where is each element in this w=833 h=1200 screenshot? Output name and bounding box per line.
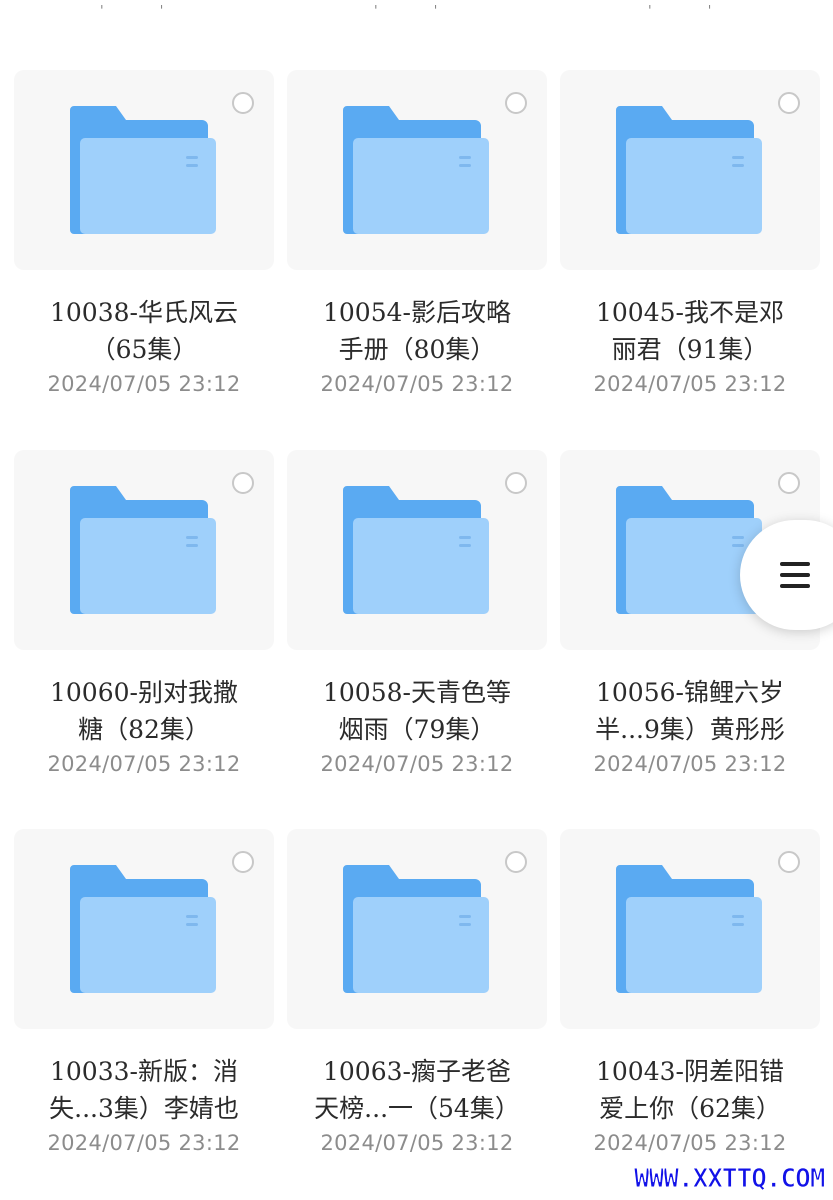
folder-item[interactable]: 10060-别对我撒 糖（82集） 2024/07/05 23:12 <box>14 450 274 810</box>
folder-icon <box>616 865 762 993</box>
folder-icon <box>343 106 489 234</box>
select-checkbox[interactable] <box>232 472 254 494</box>
folder-icon <box>616 106 762 234</box>
folder-name: 10063-瘸子老爸 天榜...一（54集） <box>314 1057 520 1123</box>
folder-item[interactable]: 10056-锦鲤六岁 半...9集）黄彤彤 2024/07/05 23:12 <box>560 450 820 810</box>
hamburger-icon <box>780 560 810 590</box>
folder-item[interactable]: 10038-华氏风云 （65集） 2024/07/05 23:12 <box>14 70 274 430</box>
folder-date: 2024/07/05 23:12 <box>320 372 514 396</box>
select-checkbox[interactable] <box>505 92 527 114</box>
folder-icon <box>70 865 216 993</box>
select-checkbox[interactable] <box>505 851 527 873</box>
select-checkbox[interactable] <box>232 92 254 114</box>
folder-name: 10056-锦鲤六岁 半...9集）黄彤彤 <box>595 678 785 744</box>
folder-grid: 10038-华氏风云 （65集） 2024/07/05 23:12 10054-… <box>0 0 833 1200</box>
folder-date: 2024/07/05 23:12 <box>593 752 787 776</box>
folder-card[interactable] <box>287 450 547 650</box>
folder-date: 2024/07/05 23:12 <box>47 1131 241 1155</box>
folder-name: 10043-阴差阳错 爱上你（62集） <box>596 1057 784 1123</box>
folder-name: 10045-我不是邓 丽君（91集） <box>596 298 784 364</box>
folder-date: 2024/07/05 23:12 <box>320 1131 514 1155</box>
select-checkbox[interactable] <box>232 851 254 873</box>
folder-item[interactable]: 10033-新版：消 失...3集）李婧也 2024/07/05 23:12 <box>14 829 274 1189</box>
folder-card[interactable] <box>14 450 274 650</box>
select-checkbox[interactable] <box>778 472 800 494</box>
folder-item[interactable]: 10063-瘸子老爸 天榜...一（54集） 2024/07/05 23:12 <box>287 829 547 1189</box>
folder-item[interactable]: 10043-阴差阳错 爱上你（62集） 2024/07/05 23:12 <box>560 829 820 1189</box>
folder-date: 2024/07/05 23:12 <box>47 372 241 396</box>
folder-icon <box>343 486 489 614</box>
folder-name: 10058-天青色等 烟雨（79集） <box>323 678 511 744</box>
folder-date: 2024/07/05 23:12 <box>320 752 514 776</box>
folder-card[interactable] <box>560 70 820 270</box>
folder-card[interactable] <box>14 70 274 270</box>
folder-name: 10060-别对我撒 糖（82集） <box>50 678 238 744</box>
folder-name: 10038-华氏风云 （65集） <box>50 298 238 364</box>
watermark-text: WWW.XXTTQ.COM <box>634 1164 827 1195</box>
folder-date: 2024/07/05 23:12 <box>593 1131 787 1155</box>
folder-name: 10054-影后攻略 手册（80集） <box>323 298 511 364</box>
folder-item[interactable]: 10045-我不是邓 丽君（91集） 2024/07/05 23:12 <box>560 70 820 430</box>
folder-icon <box>343 865 489 993</box>
folder-date: 2024/07/05 23:12 <box>593 372 787 396</box>
folder-icon <box>70 106 216 234</box>
folder-item[interactable]: 10054-影后攻略 手册（80集） 2024/07/05 23:12 <box>287 70 547 430</box>
folder-date: 2024/07/05 23:12 <box>47 752 241 776</box>
select-checkbox[interactable] <box>778 92 800 114</box>
folder-card[interactable] <box>287 70 547 270</box>
folder-item[interactable]: 10058-天青色等 烟雨（79集） 2024/07/05 23:12 <box>287 450 547 810</box>
folder-icon <box>70 486 216 614</box>
select-checkbox[interactable] <box>505 472 527 494</box>
folder-name: 10033-新版：消 失...3集）李婧也 <box>49 1057 239 1123</box>
folder-card[interactable] <box>287 829 547 1029</box>
folder-card[interactable] <box>14 829 274 1029</box>
select-checkbox[interactable] <box>778 851 800 873</box>
folder-card[interactable] <box>560 829 820 1029</box>
folder-icon <box>616 486 762 614</box>
